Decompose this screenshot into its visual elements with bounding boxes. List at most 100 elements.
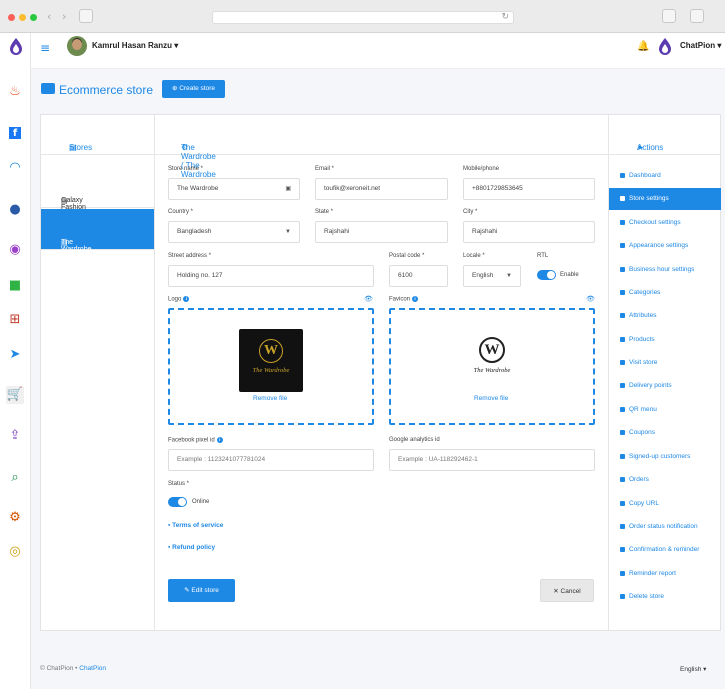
- action-item-business-hour-settings[interactable]: Business hour settings: [609, 259, 721, 281]
- browser-chrome: ‹ › ↻: [0, 0, 725, 33]
- email-input[interactable]: toufik@xeroneit.net: [315, 178, 448, 200]
- create-store-button[interactable]: ⊕ Create store: [162, 80, 225, 98]
- postal-input[interactable]: 6100: [389, 265, 448, 287]
- action-item-appearance-settings[interactable]: Appearance settings: [609, 235, 721, 257]
- flow-icon[interactable]: ⊞: [6, 311, 24, 329]
- action-item-categories[interactable]: Categories: [609, 282, 721, 304]
- info-icon[interactable]: i: [412, 296, 419, 302]
- edit-store-button[interactable]: ✎ Edit store: [168, 579, 235, 602]
- country-select[interactable]: Bangladesh ▼: [168, 221, 300, 243]
- eye-icon[interactable]: 👁: [586, 295, 595, 303]
- terms-link[interactable]: ▪ Terms of service: [168, 522, 223, 529]
- favicon-dropzone[interactable]: W The Wardrobe Remove file: [389, 308, 595, 425]
- action-item-label: QR menu: [629, 406, 657, 413]
- reload-icon[interactable]: ↻: [501, 12, 509, 22]
- stores-header: ▤ Stores: [41, 115, 154, 155]
- action-item-confirmation-reminder[interactable]: Confirmation & reminder: [609, 539, 721, 561]
- action-item-qr-menu[interactable]: QR menu: [609, 399, 721, 421]
- fire-icon[interactable]: ♨: [6, 83, 24, 101]
- gear-icon[interactable]: ⚙: [6, 509, 24, 527]
- action-item-attributes[interactable]: Attributes: [609, 305, 721, 327]
- status-label: Status *: [168, 481, 190, 487]
- refund-link[interactable]: ▪ Refund policy: [168, 544, 215, 551]
- info-icon[interactable]: i: [183, 296, 190, 302]
- wifi-icon[interactable]: ◠: [6, 159, 24, 177]
- action-item-signed-up-customers[interactable]: Signed-up customers: [609, 446, 721, 468]
- app-logo[interactable]: [8, 37, 24, 55]
- action-item-store-settings[interactable]: Store settings: [609, 188, 721, 210]
- dashboard-icon: [620, 173, 625, 178]
- bell-icon[interactable]: 🔔: [637, 41, 649, 52]
- brand-menu-button[interactable]: ChatPion ▾: [680, 41, 721, 50]
- action-item-label: Delivery points: [629, 382, 672, 389]
- sidebar-toggle-icon[interactable]: [79, 9, 93, 23]
- store-item-galaxy-fashion[interactable]: ▤ Galaxy Fashion: [41, 167, 154, 211]
- user-menu-button[interactable]: Kamrul Hasan Ranzu ▾: [92, 41, 178, 50]
- minimize-window-dot[interactable]: [19, 14, 26, 21]
- tabs-icon[interactable]: [690, 9, 704, 23]
- hamburger-menu-icon[interactable]: ≡: [40, 41, 50, 55]
- action-item-orders[interactable]: Orders: [609, 469, 721, 491]
- store-name-input[interactable]: The Wardrobe ▣: [168, 178, 300, 200]
- store-item-the-wardrobe[interactable]: ▤ The Wardrobe: [41, 209, 154, 253]
- status-toggle[interactable]: [168, 497, 187, 507]
- forward-icon[interactable]: ›: [62, 10, 66, 23]
- eye-icon[interactable]: 👁: [364, 295, 373, 303]
- coins-icon[interactable]: ◎: [6, 543, 24, 561]
- app-sidebar: ♨ f ◠ ● ◉ ■ ⊞ ➤ 🛒 ⇪ ⌕ ⚙ ◎: [0, 33, 31, 689]
- store-item-label: The Wardrobe: [61, 239, 92, 253]
- action-item-reminder-report[interactable]: Reminder report: [609, 563, 721, 585]
- share-browser-icon[interactable]: [662, 9, 676, 23]
- form-header: ⚙ The Wardrobe ( The Wardrobe ) : Store …: [155, 115, 608, 197]
- favicon-remove-link[interactable]: Remove file: [474, 395, 508, 402]
- locale-select[interactable]: English ▼: [463, 265, 521, 287]
- search-icon[interactable]: ⌕: [6, 469, 24, 487]
- close-window-dot[interactable]: [8, 14, 15, 21]
- rtl-label: RTL: [537, 253, 549, 259]
- action-item-delete-store[interactable]: Delete store: [609, 586, 721, 608]
- fb-pixel-input[interactable]: Example : 1123241077781024: [168, 449, 374, 471]
- share-icon[interactable]: ⇪: [6, 427, 24, 445]
- send-icon[interactable]: ➤: [6, 346, 24, 364]
- footer-brand-link[interactable]: ChatPion: [79, 665, 106, 672]
- action-item-checkout-settings[interactable]: Checkout settings: [609, 212, 721, 234]
- logo-remove-link[interactable]: Remove file: [253, 395, 287, 402]
- state-label: State *: [315, 209, 334, 215]
- gear-icon: [620, 196, 625, 201]
- rtl-toggle[interactable]: [537, 270, 556, 280]
- action-item-products[interactable]: Products: [609, 329, 721, 351]
- action-item-delivery-points[interactable]: Delivery points: [609, 375, 721, 397]
- address-bar[interactable]: ↻: [212, 11, 514, 24]
- action-item-copy-url[interactable]: Copy URL: [609, 493, 721, 515]
- action-item-order-status-notification[interactable]: Order status notification: [609, 516, 721, 538]
- copy-icon: [620, 501, 625, 506]
- qrcode-icon: [620, 407, 625, 412]
- state-input[interactable]: Rajshahi: [315, 221, 448, 243]
- message-icon[interactable]: ■: [6, 277, 24, 295]
- action-item-visit-store[interactable]: Visit store: [609, 352, 721, 374]
- city-input[interactable]: Rajshahi: [463, 221, 595, 243]
- language-select[interactable]: English ▾: [680, 665, 706, 673]
- mobile-input[interactable]: +8801729853645: [463, 178, 595, 200]
- page-title: Ecommerce store: [59, 83, 154, 97]
- action-item-coupons[interactable]: Coupons: [609, 422, 721, 444]
- cart-icon[interactable]: 🛒: [6, 386, 24, 404]
- action-item-label: Coupons: [629, 429, 656, 436]
- email-label: Email *: [315, 166, 335, 172]
- users-icon: [620, 454, 625, 459]
- cancel-button[interactable]: ✕ Cancel: [540, 579, 594, 602]
- favicon-label: Favicon: [389, 296, 411, 303]
- language-value: English: [680, 666, 702, 673]
- street-input[interactable]: Holding no. 127: [168, 265, 374, 287]
- info-icon[interactable]: i: [216, 437, 223, 443]
- avatar[interactable]: [67, 36, 87, 56]
- back-icon[interactable]: ‹: [47, 10, 51, 23]
- facebook-icon[interactable]: f: [6, 124, 24, 142]
- maximize-window-dot[interactable]: [30, 14, 37, 21]
- action-item-dashboard[interactable]: Dashboard: [609, 165, 721, 187]
- action-item-label: Copy URL: [629, 500, 659, 507]
- chat-icon[interactable]: ●: [6, 201, 24, 219]
- ga-input[interactable]: Example : UA-118292462-1: [389, 449, 595, 471]
- user-icon[interactable]: ◉: [6, 241, 24, 259]
- logo-dropzone[interactable]: W The Wardrobe Remove file: [168, 308, 374, 425]
